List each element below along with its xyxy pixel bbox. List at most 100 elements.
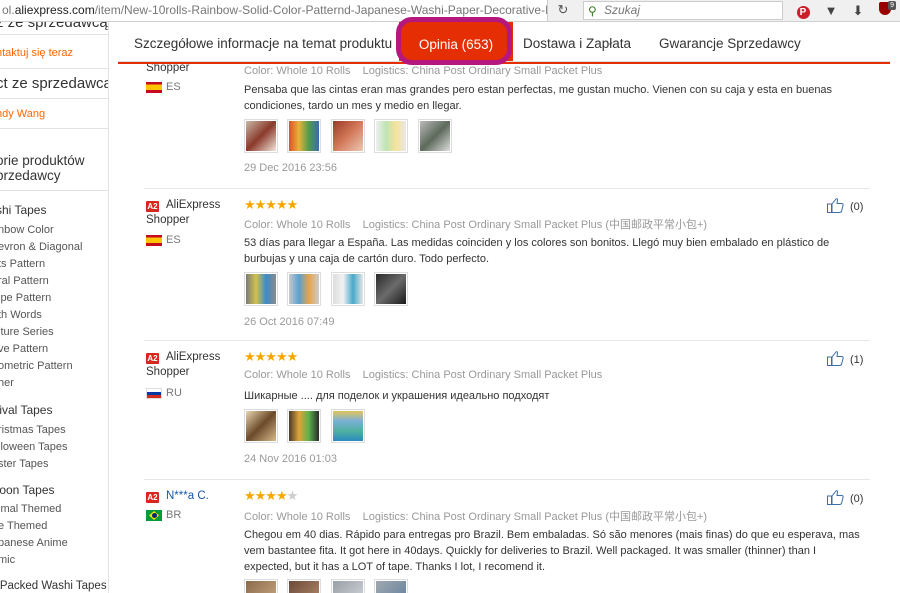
sidebar-divider [0, 98, 108, 99]
review-photo[interactable] [374, 579, 409, 593]
download-icon[interactable]: ⬇ [849, 2, 867, 20]
review-photo[interactable] [287, 272, 322, 306]
review-meta: Color: Whole 10 Rolls Logistics: China P… [244, 369, 602, 381]
color-label: Color: [244, 65, 274, 77]
category-item[interactable]: her [0, 377, 14, 389]
category-item[interactable]: e Themed [0, 520, 47, 532]
flag-icon [146, 510, 162, 521]
sidebar-divider [0, 34, 108, 35]
review-photo[interactable] [330, 579, 365, 593]
category-item[interactable]: ral Pattern [0, 275, 49, 287]
search-engine-icon: ⚲ [588, 4, 597, 18]
browser-search-input[interactable]: ⚲ Szukaj [583, 1, 783, 20]
category-item[interactable]: th Words [0, 309, 42, 321]
category-group-washi[interactable]: shi Tapes [0, 203, 46, 217]
category-item[interactable]: evron & Diagonal [0, 241, 82, 253]
helpful-count: (1) [850, 354, 864, 366]
thumbs-up-icon[interactable] [827, 351, 844, 366]
category-item[interactable]: lture Series [0, 326, 54, 338]
color-label: Color: [244, 369, 274, 381]
reviewer-country: RU [166, 387, 182, 399]
url-host: aliexpress.com [14, 3, 95, 17]
category-item[interactable]: ometric Pattern [0, 360, 73, 372]
review-divider [144, 340, 870, 341]
logistics-label: Logistics: [362, 219, 409, 231]
seller-top-title: ż ze sprzedawcą [0, 22, 108, 31]
category-group-packed[interactable]: -Packed Washi Tapes [0, 580, 107, 592]
reviewer-name[interactable]: AliExpress [166, 351, 220, 363]
category-item[interactable]: mic [0, 554, 15, 566]
sidebar-divider [0, 68, 108, 69]
review-photo[interactable] [330, 272, 365, 306]
review-photo[interactable] [287, 579, 322, 593]
seller-name-link[interactable]: ndy Wang [0, 108, 45, 120]
review-date: 29 Dec 2016 23:56 [244, 162, 337, 174]
review-date: 26 Oct 2016 07:49 [244, 316, 335, 328]
review-divider [144, 188, 870, 189]
review-photo[interactable] [287, 409, 322, 443]
review-text: 53 días para llegar a España. Las medida… [244, 237, 830, 265]
review-photo[interactable] [330, 119, 365, 153]
categories-title-line1: orie produktów [0, 153, 85, 168]
helpful-vote[interactable]: (0) [827, 198, 863, 213]
category-item[interactable]: ts Pattern [0, 258, 45, 270]
search-placeholder: Szukaj [604, 3, 641, 17]
logistics-value: China Post Ordinary Small Packet Plus (中… [411, 511, 708, 523]
pocket-icon[interactable]: ▼ [822, 2, 840, 20]
reviews-list: Shopper ES Color: Whole 10 Rolls Logisti… [118, 64, 890, 593]
review-photo[interactable] [374, 119, 409, 153]
review-text: Шикарные .... для поделок и украшения ид… [244, 390, 550, 402]
category-group-festival[interactable]: tival Tapes [0, 403, 52, 417]
helpful-vote[interactable]: (1) [827, 351, 863, 366]
review-meta: Color: Whole 10 Rolls Logistics: China P… [244, 216, 707, 232]
tab-product-details[interactable]: Szczegółowe informacje na temat produktu [134, 22, 392, 61]
review-photo[interactable] [244, 579, 278, 593]
flag-icon [146, 388, 162, 399]
review-photos [244, 272, 413, 306]
ublock-icon[interactable]: 9 [876, 1, 896, 20]
review-photo[interactable] [287, 119, 322, 153]
pinterest-icon[interactable]: P [794, 2, 812, 20]
review-photo[interactable] [374, 272, 409, 306]
review-photos [244, 119, 457, 153]
tab-shipping-payment[interactable]: Dostawa i Zapłata [523, 22, 631, 61]
category-item[interactable]: imal Themed [0, 503, 61, 515]
reviewer-country: BR [166, 509, 182, 521]
reviewer-name[interactable]: AliExpress [166, 199, 220, 211]
logistics-value: China Post Ordinary Small Packet Plus (中… [411, 219, 708, 231]
flag-icon [146, 235, 162, 246]
category-item[interactable]: ve Pattern [0, 343, 48, 355]
category-item[interactable]: panese Anime [0, 537, 68, 549]
category-item[interactable]: nbow Color [0, 224, 54, 236]
contact-now-link[interactable]: ntaktuj się teraz [0, 47, 73, 59]
review-text: Pensaba que las cintas eran mas grandes … [244, 84, 833, 112]
review-item: Shopper ES Color: Whole 10 Rolls Logisti… [118, 64, 870, 184]
review-divider [144, 479, 870, 480]
thumbs-up-icon[interactable] [827, 490, 844, 505]
helpful-vote[interactable]: (0) [827, 490, 863, 505]
reload-icon[interactable]: ↻ [556, 3, 570, 17]
review-photo[interactable] [244, 409, 278, 443]
color-label: Color: [244, 511, 274, 523]
url-path: /item/New-10rolls-Rainbow-Solid-Color-Pa… [94, 3, 547, 17]
logistics-value: China Post Ordinary Small Packet Plus [411, 65, 603, 77]
review-photo[interactable] [417, 119, 452, 153]
review-photos [244, 579, 413, 593]
category-group-cartoon[interactable]: toon Tapes [0, 483, 55, 497]
review-photo[interactable] [330, 409, 365, 443]
color-value: Whole 10 Rolls [276, 65, 351, 77]
category-item[interactable]: ristmas Tapes [0, 424, 66, 436]
review-meta: Color: Whole 10 Rolls Logistics: China P… [244, 65, 602, 77]
thumbs-up-icon[interactable] [827, 198, 844, 213]
reviewer-name[interactable]: N***a C. [166, 490, 209, 502]
category-item[interactable]: lloween Tapes [0, 441, 68, 453]
review-photo[interactable] [244, 272, 278, 306]
tab-seller-guarantee[interactable]: Gwarancje Sprzedawcy [659, 22, 801, 61]
review-date: 24 Nov 2016 01:03 [244, 453, 337, 465]
categories-title-line2: przedawcy [0, 168, 61, 183]
category-item[interactable]: ipe Pattern [0, 292, 51, 304]
color-value: Whole 10 Rolls [276, 369, 351, 381]
review-photo[interactable] [244, 119, 278, 153]
annotation-highlight [396, 17, 512, 65]
category-item[interactable]: ster Tapes [0, 458, 49, 470]
